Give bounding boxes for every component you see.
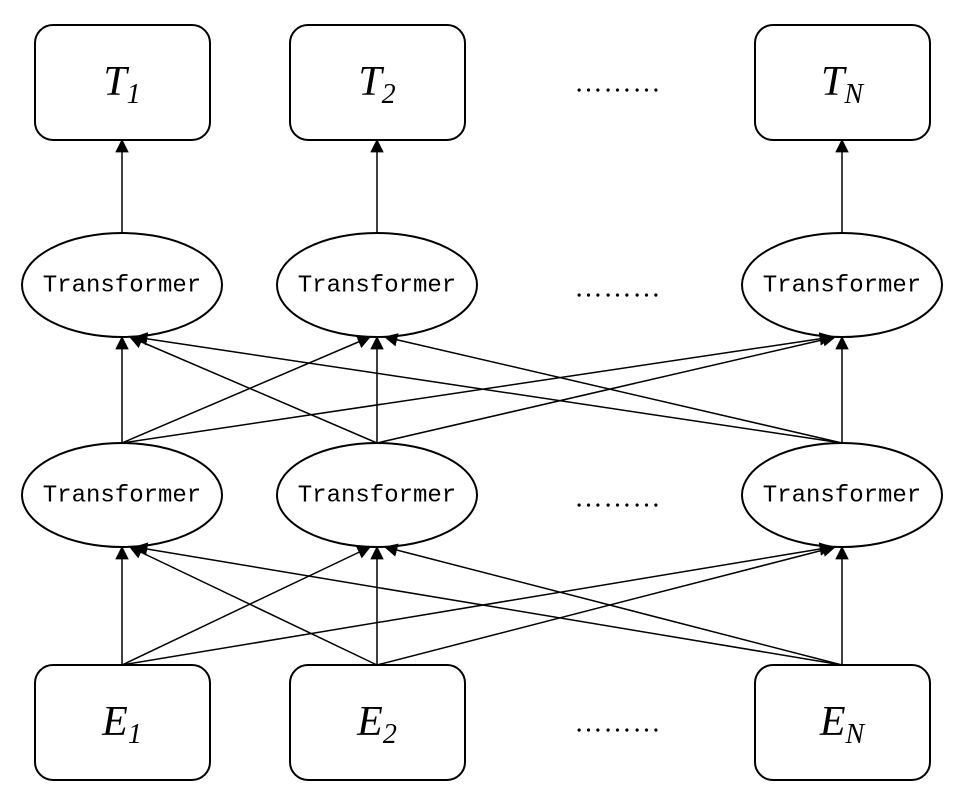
transformer-diagram: T1 T2 ……… TN Transformer Transformer ………… xyxy=(0,0,961,803)
transformer-upper-2-label: Transformer xyxy=(298,272,456,299)
transformer-lower-2-label: Transformer xyxy=(298,482,456,509)
input-ellipsis: ……… xyxy=(575,707,662,738)
transformer-upper-1-label: Transformer xyxy=(43,272,201,299)
transformer-upper-n-label: Transformer xyxy=(763,272,921,299)
output-ellipsis: ……… xyxy=(575,67,662,98)
transformer-lower-1-label: Transformer xyxy=(43,482,201,509)
edges-lower-to-upper xyxy=(122,337,842,443)
transformer-lower-n-label: Transformer xyxy=(763,482,921,509)
transformer-lower-ellipsis: ……… xyxy=(575,482,662,513)
edges-input-to-lower xyxy=(122,547,842,665)
transformer-upper-ellipsis: ……… xyxy=(575,272,662,303)
